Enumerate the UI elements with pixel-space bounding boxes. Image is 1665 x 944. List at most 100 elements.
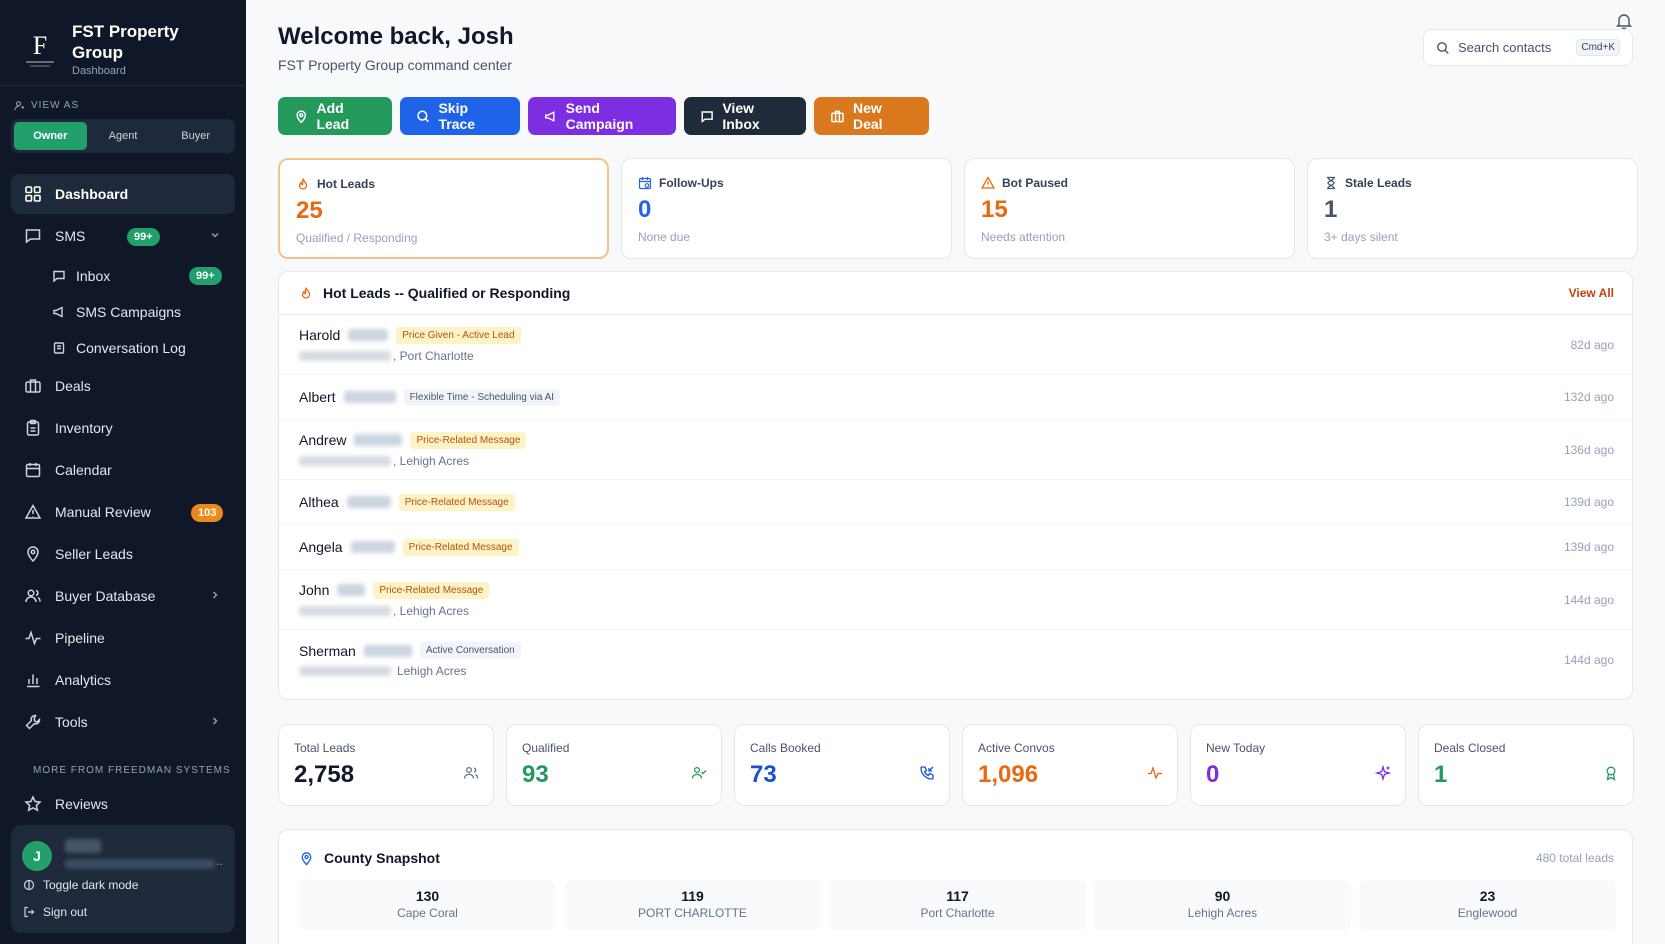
sidebar-item-tools[interactable]: Tools	[11, 702, 235, 742]
lead-first-name: Sherman	[299, 642, 356, 659]
county-cell[interactable]: 117 Port Charlotte	[829, 880, 1086, 930]
add-lead-button[interactable]: Add Lead	[278, 97, 392, 135]
metric-qualified[interactable]: Qualified 93	[506, 724, 722, 806]
county-name: Englewood	[1457, 906, 1518, 920]
sidebar-item-buyer-database[interactable]: Buyer Database	[11, 576, 235, 616]
send-campaign-label: Send Campaign	[565, 100, 634, 132]
stat-sub: Needs attention	[981, 230, 1066, 244]
message-square-icon	[51, 268, 67, 284]
table-row[interactable]: Althea Price-Related Message 139d ago	[279, 480, 1632, 525]
stat-stale-leads[interactable]: Stale Leads 1 3+ days silent	[1307, 158, 1638, 259]
view-inbox-button[interactable]: View Inbox	[684, 97, 806, 135]
briefcase-icon	[23, 376, 43, 396]
lead-first-name: Albert	[299, 389, 336, 405]
status-badge: Flexible Time - Scheduling via AI	[403, 388, 561, 406]
skip-trace-button[interactable]: Skip Trace	[400, 97, 520, 135]
flame-icon	[301, 287, 311, 299]
chevron-down-icon[interactable]	[209, 228, 221, 244]
metric-deals-closed[interactable]: Deals Closed 1	[1418, 724, 1634, 806]
county-name: Cape Coral	[397, 906, 458, 920]
user-switch-icon	[14, 101, 25, 111]
sidebar-item-pipeline[interactable]: Pipeline	[11, 618, 235, 658]
avatar[interactable]: J	[22, 841, 52, 871]
table-row[interactable]: Sherman Active Conversation Lehigh Acres…	[279, 630, 1632, 690]
table-row[interactable]: Albert Flexible Time - Scheduling via AI…	[279, 375, 1632, 420]
view-all-link[interactable]: View All	[1569, 286, 1614, 300]
stat-value: 25	[296, 197, 323, 224]
flame-icon	[298, 178, 308, 190]
log-out-icon	[24, 906, 35, 918]
table-row[interactable]: Angela Price-Related Message 139d ago	[279, 525, 1632, 570]
activity-icon	[1147, 765, 1163, 786]
user-email-redacted	[65, 859, 215, 869]
sidebar: F FST Property Group Dashboard VIEW AS O…	[0, 0, 246, 944]
search-icon	[1437, 41, 1449, 54]
sidebar-item-deals[interactable]: Deals	[11, 366, 235, 406]
message-square-icon	[701, 110, 713, 123]
user-check-icon	[691, 765, 707, 786]
stat-value: 15	[981, 196, 1008, 223]
stat-hot-leads[interactable]: Hot Leads 25 Qualified / Responding	[278, 158, 609, 259]
county-cell[interactable]: 90 Lehigh Acres	[1094, 880, 1351, 930]
sign-out-button[interactable]: Sign out	[23, 905, 87, 919]
toggle-dark-mode-label: Toggle dark mode	[43, 878, 139, 892]
sidebar-item-dashboard[interactable]: Dashboard	[11, 174, 235, 214]
alert-triangle-icon	[23, 502, 43, 522]
county-cell[interactable]: 119 PORT CHARLOTTE	[564, 880, 821, 930]
lead-last-name-redacted	[346, 496, 391, 508]
brand-name: FST Property Group	[72, 21, 179, 62]
lead-location: , Lehigh Acres	[393, 603, 470, 618]
grid-icon	[23, 184, 43, 204]
search-icon	[417, 109, 429, 122]
view-as-buyer[interactable]: Buyer	[159, 122, 232, 150]
sidebar-nav: Dashboard SMS 99+ Inbox 99+ SMS Campaign…	[11, 174, 235, 744]
quick-actions: Add Lead Skip Trace Send Campaign View I…	[278, 97, 929, 135]
briefcase-icon	[831, 110, 844, 122]
sidebar-item-reviews[interactable]: Reviews	[11, 784, 235, 824]
table-row[interactable]: Harold Price Given - Active Lead , Port …	[279, 315, 1632, 375]
view-as-agent[interactable]: Agent	[87, 122, 160, 150]
sidebar-item-sms[interactable]: SMS 99+	[11, 216, 235, 256]
sidebar-item-calendar[interactable]: Calendar	[11, 450, 235, 490]
brand-logo-icon: F	[20, 25, 60, 73]
sidebar-item-inbox[interactable]: Inbox 99+	[11, 258, 235, 294]
sidebar-item-inventory[interactable]: Inventory	[11, 408, 235, 448]
sidebar-item-label: Manual Review	[55, 504, 151, 520]
sidebar-item-manual-review[interactable]: Manual Review 103	[11, 492, 235, 532]
metric-value: 2,758	[294, 761, 355, 788]
county-count: 117	[946, 888, 969, 904]
county-cell[interactable]: 130 Cape Coral	[299, 880, 556, 930]
search-input[interactable]: Search contacts Cmd+K	[1423, 29, 1633, 66]
county-cell[interactable]: 23 Englewood	[1359, 880, 1616, 930]
send-campaign-button[interactable]: Send Campaign	[528, 97, 676, 135]
view-as-owner[interactable]: Owner	[14, 122, 87, 150]
metric-active-convos[interactable]: Active Convos 1,096	[962, 724, 1178, 806]
sidebar-item-conversation-log[interactable]: Conversation Log	[11, 330, 235, 366]
lead-phone-redacted	[299, 666, 391, 676]
add-lead-label: Add Lead	[316, 100, 350, 132]
sidebar-item-analytics[interactable]: Analytics	[11, 660, 235, 700]
brand[interactable]: F FST Property Group Dashboard	[0, 0, 246, 86]
sidebar-item-label: Deals	[55, 378, 91, 394]
sign-out-label: Sign out	[43, 905, 88, 919]
toggle-dark-mode-button[interactable]: Toggle dark mode	[23, 878, 138, 892]
lead-last-name-redacted	[337, 584, 366, 596]
county-name: PORT CHARLOTTE	[638, 906, 747, 920]
metric-value: 73	[750, 761, 777, 788]
status-badge: Price Given - Active Lead	[396, 326, 521, 344]
chevron-right-icon[interactable]	[209, 588, 221, 604]
metric-new-today[interactable]: New Today 0	[1190, 724, 1406, 806]
table-row[interactable]: Andrew Price-Related Message , Lehigh Ac…	[279, 420, 1632, 480]
table-row[interactable]: John Price-Related Message , Lehigh Acre…	[279, 570, 1632, 630]
lead-last-name-redacted	[350, 541, 395, 553]
sidebar-item-seller-leads[interactable]: Seller Leads	[11, 534, 235, 574]
sidebar-item-sms-campaigns[interactable]: SMS Campaigns	[11, 294, 235, 330]
stat-bot-paused[interactable]: Bot Paused 15 Needs attention	[964, 158, 1295, 259]
user-menu-dots[interactable]: ..	[216, 854, 223, 868]
new-deal-button[interactable]: New Deal	[814, 97, 929, 135]
lead-phone-redacted	[299, 455, 391, 466]
metric-total-leads[interactable]: Total Leads 2,758	[278, 724, 494, 806]
metric-calls-booked[interactable]: Calls Booked 73	[734, 724, 950, 806]
stat-follow-ups[interactable]: Follow-Ups 0 None due	[621, 158, 952, 259]
chevron-right-icon[interactable]	[209, 714, 221, 730]
